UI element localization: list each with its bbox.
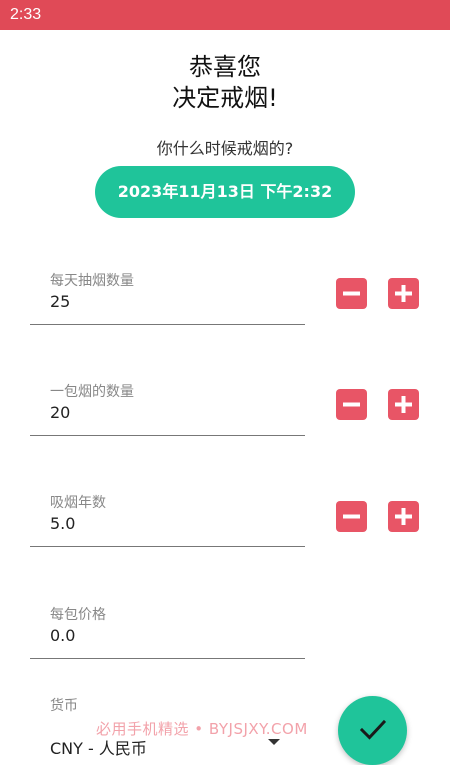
- field-label: 每包价格: [50, 607, 106, 623]
- field-label: 一包烟的数量: [50, 384, 134, 400]
- field-label: 吸烟年数: [50, 495, 106, 511]
- field-value[interactable]: 0.0: [50, 626, 75, 645]
- field-underline: [30, 435, 305, 436]
- status-time: 2:33: [10, 6, 42, 23]
- title-line-1: 恭喜您: [189, 53, 261, 81]
- field-value[interactable]: 5.0: [50, 514, 75, 533]
- dropdown-arrow-icon[interactable]: [268, 739, 280, 745]
- quit-date-button[interactable]: 2023年11月13日 下午2:32: [95, 166, 355, 218]
- cigarettes-per-pack-field[interactable]: 一包烟的数量 20: [30, 381, 305, 441]
- minus-icon: [343, 402, 360, 407]
- years-smoking-decrease-button[interactable]: [336, 501, 367, 532]
- cigarettes-per-pack-decrease-button[interactable]: [336, 389, 367, 420]
- minus-icon: [343, 291, 360, 296]
- field-value[interactable]: 20: [50, 403, 70, 422]
- plus-icon: [395, 396, 412, 413]
- plus-icon: [395, 285, 412, 302]
- cigarettes-per-day-increase-button[interactable]: [388, 278, 419, 309]
- watermark: 必用手机精选 • BYJSJXY.COM: [96, 720, 308, 738]
- cigarettes-per-day-field[interactable]: 每天抽烟数量 25: [30, 270, 305, 330]
- years-smoking-increase-button[interactable]: [388, 501, 419, 532]
- minus-icon: [343, 514, 360, 519]
- title-line-2: 决定戒烟!: [172, 84, 278, 112]
- quit-question: 你什么时候戒烟的?: [156, 139, 294, 158]
- field-underline: [30, 658, 305, 659]
- field-underline: [30, 546, 305, 547]
- cigarettes-per-day-decrease-button[interactable]: [336, 278, 367, 309]
- field-label: 每天抽烟数量: [50, 273, 134, 289]
- field-underline: [30, 324, 305, 325]
- confirm-button[interactable]: [338, 696, 407, 765]
- cigarettes-per-pack-increase-button[interactable]: [388, 389, 419, 420]
- field-label: 货币: [50, 698, 78, 714]
- field-value[interactable]: 25: [50, 292, 70, 311]
- price-per-pack-field[interactable]: 每包价格 0.0: [30, 604, 305, 664]
- status-bar: 2:33: [0, 0, 450, 30]
- plus-icon: [395, 508, 412, 525]
- years-smoking-field[interactable]: 吸烟年数 5.0: [30, 492, 305, 552]
- check-icon: [360, 719, 386, 740]
